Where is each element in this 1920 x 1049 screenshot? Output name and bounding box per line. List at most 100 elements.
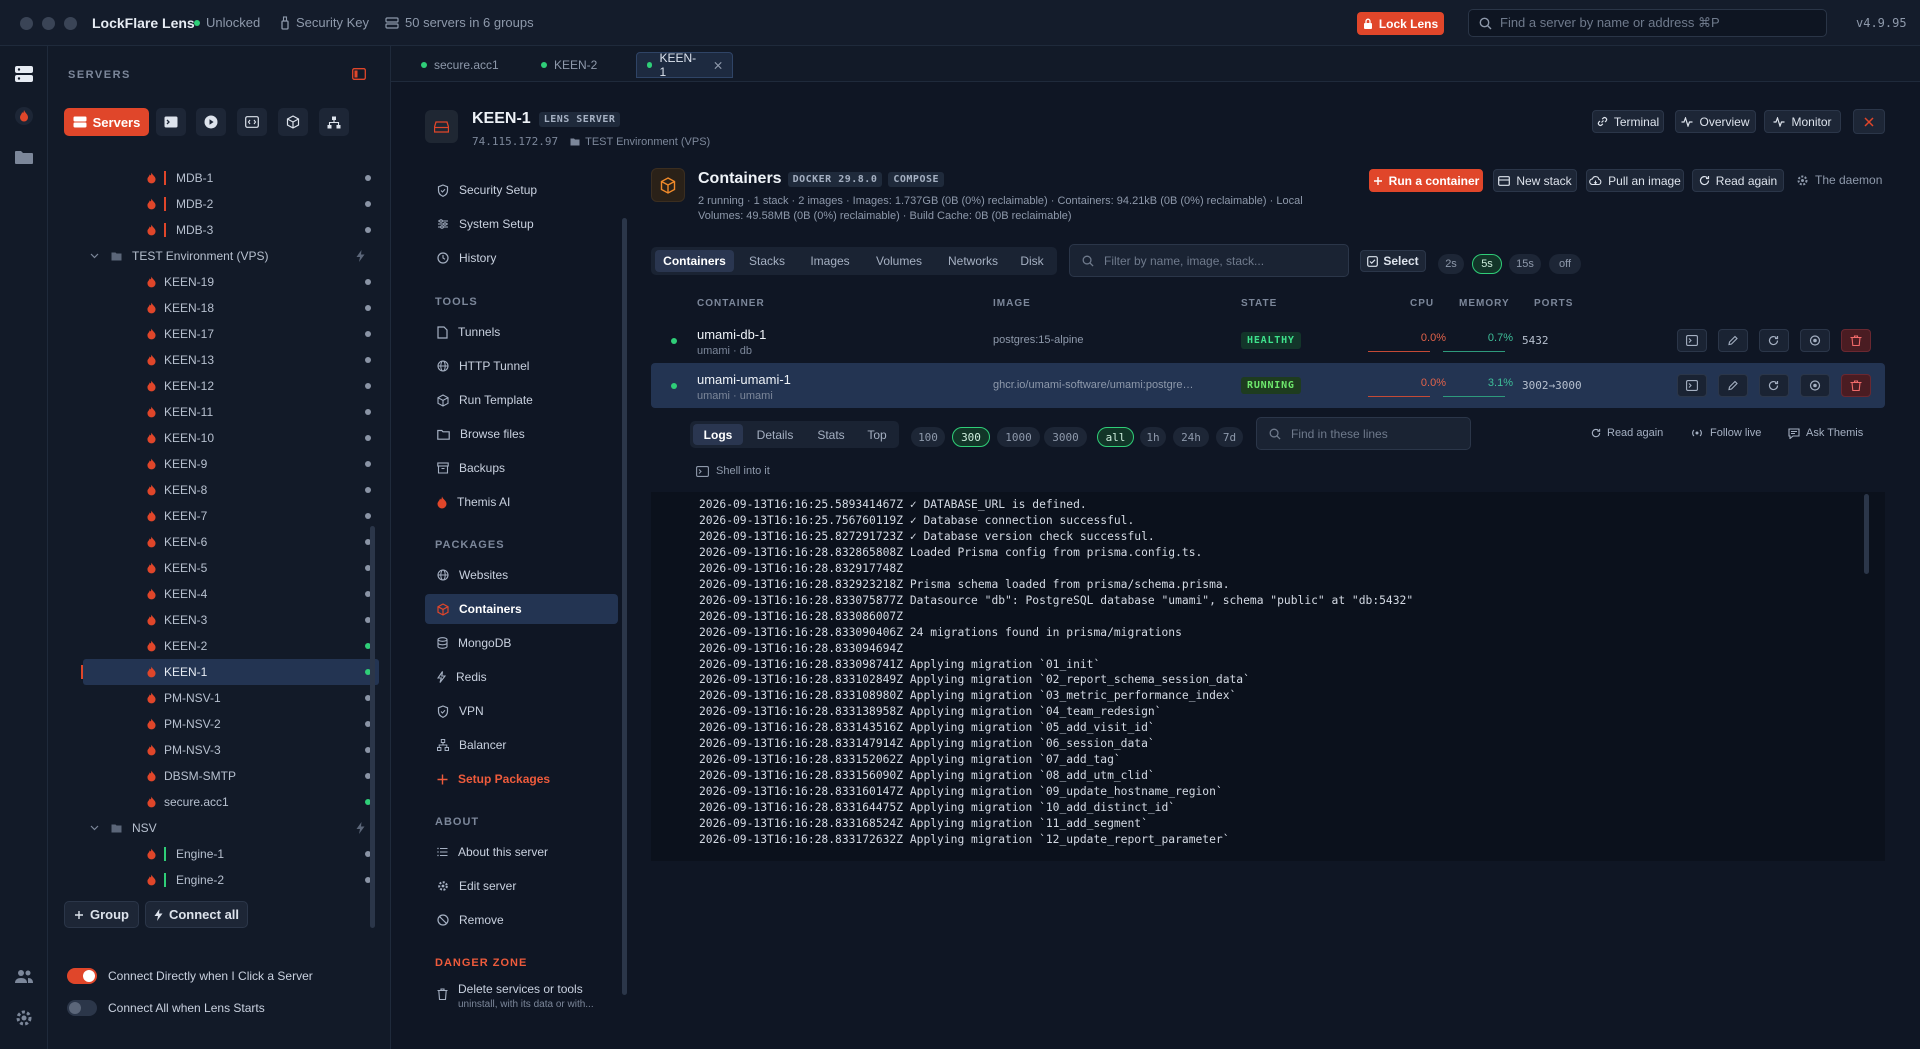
server-item[interactable]: KEEN-8 [83, 477, 379, 503]
terminal-view-tab[interactable] [156, 108, 186, 136]
stop-container-button[interactable] [1800, 329, 1830, 352]
nav-balancer[interactable]: Balancer [425, 730, 618, 760]
network-view-tab[interactable] [319, 108, 349, 136]
log-read-again-button[interactable]: Read again [1591, 427, 1663, 439]
window-minimize-dot[interactable] [42, 17, 55, 30]
connect-direct-toggle[interactable] [67, 968, 97, 984]
read-again-button[interactable]: Read again [1692, 169, 1784, 192]
server-group[interactable]: NSV [83, 815, 379, 841]
server-search-input[interactable]: Find a server by name or address ⌘P [1468, 9, 1827, 37]
server-item[interactable]: PM-NSV-2 [83, 711, 379, 737]
tab-keen-2[interactable]: KEEN-2 [531, 52, 607, 78]
nav-tunnels[interactable]: Tunnels [425, 317, 618, 347]
log-search-input[interactable]: Find in these lines [1256, 417, 1471, 450]
servers-view-tab[interactable]: Servers [64, 108, 149, 136]
tab-stacks[interactable]: Stacks [739, 250, 795, 272]
server-item[interactable]: KEEN-17 [83, 321, 379, 347]
nav-websites[interactable]: Websites [425, 560, 618, 590]
server-item[interactable]: KEEN-2 [83, 633, 379, 659]
users-activity-icon[interactable] [14, 968, 34, 988]
shell-container-button[interactable] [1677, 374, 1707, 397]
daemon-settings[interactable]: The daemon [1796, 173, 1882, 187]
container-filter-input[interactable]: Filter by name, image, stack... [1069, 244, 1349, 277]
server-item[interactable]: PM-NSV-3 [83, 737, 379, 763]
server-item[interactable]: KEEN-18 [83, 295, 379, 321]
server-item[interactable]: KEEN-3 [83, 607, 379, 633]
server-item[interactable]: KEEN-4 [83, 581, 379, 607]
bolt-icon[interactable] [356, 822, 365, 834]
nav-security-setup[interactable]: Security Setup [425, 175, 618, 205]
refresh-2s[interactable]: 2s [1438, 254, 1464, 274]
nav-edit-server[interactable]: Edit server [425, 871, 618, 901]
log-scrollbar[interactable] [1864, 494, 1869, 574]
refresh-5s[interactable]: 5s [1472, 254, 1502, 274]
nav-containers[interactable]: Containers [425, 594, 618, 624]
nav-redis[interactable]: Redis [425, 662, 618, 692]
new-stack-button[interactable]: New stack [1493, 169, 1577, 192]
server-item[interactable]: KEEN-7 [83, 503, 379, 529]
terminal-button[interactable]: Terminal [1592, 110, 1664, 133]
shell-container-button[interactable] [1677, 329, 1707, 352]
server-item[interactable]: KEEN-19 [83, 269, 379, 295]
lines-3000[interactable]: 3000 [1044, 427, 1087, 447]
nav-delete-services[interactable]: Delete services or tools uninstall, with… [425, 978, 618, 1018]
connect-all-button[interactable]: Connect all [145, 901, 248, 928]
nav-themis-ai[interactable]: Themis AI [425, 487, 618, 517]
tab-images[interactable]: Images [799, 250, 861, 272]
stop-container-button[interactable] [1800, 374, 1830, 397]
server-group[interactable]: TEST Environment (VPS) [83, 243, 379, 269]
section-nav-scrollbar[interactable] [622, 218, 627, 995]
server-item[interactable]: Engine-1 [83, 841, 379, 867]
server-item[interactable]: secure.acc1 [83, 789, 379, 815]
follow-live-button[interactable]: Follow live [1690, 427, 1761, 439]
nav-http-tunnel[interactable]: HTTP Tunnel [425, 351, 618, 381]
tab-keen-1[interactable]: KEEN-1 [636, 51, 733, 79]
nav-browse-files[interactable]: Browse files [425, 419, 618, 449]
server-item[interactable]: KEEN-10 [83, 425, 379, 451]
server-item[interactable]: KEEN-1 [81, 659, 379, 685]
tab-containers[interactable]: Containers [655, 250, 734, 272]
servers-activity-icon[interactable] [14, 65, 34, 85]
table-row[interactable]: umami-db-1 umami · db postgres:15-alpine HE… [651, 318, 1885, 363]
tab-details[interactable]: Details [746, 424, 804, 445]
play-view-tab[interactable] [196, 108, 226, 136]
tab-volumes[interactable]: Volumes [865, 250, 933, 272]
monitor-button[interactable]: Monitor [1764, 110, 1841, 133]
run-container-button[interactable]: Run a container [1369, 169, 1483, 192]
delete-container-button[interactable] [1841, 329, 1871, 352]
table-row[interactable]: umami-umami-1 umami · umami ghcr.io/umami-… [651, 363, 1885, 408]
server-item[interactable]: KEEN-11 [83, 399, 379, 425]
sidebar-collapse-icon[interactable] [352, 68, 366, 80]
server-item[interactable]: PM-NSV-1 [83, 685, 379, 711]
lock-lens-button[interactable]: Lock Lens [1357, 12, 1444, 35]
nav-history[interactable]: History [425, 243, 618, 273]
lines-300[interactable]: 300 [952, 427, 990, 447]
range-24h[interactable]: 24h [1173, 427, 1209, 447]
server-item[interactable]: MDB-3 [83, 217, 379, 243]
range-1h[interactable]: 1h [1140, 427, 1166, 447]
tab-networks[interactable]: Networks [937, 250, 1009, 272]
server-item[interactable]: DBSM-SMTP [83, 763, 379, 789]
connect-all-startup-toggle[interactable] [67, 1000, 97, 1016]
tab-top[interactable]: Top [857, 424, 897, 445]
flame-activity-icon[interactable] [14, 106, 34, 126]
server-item[interactable]: MDB-1 [83, 165, 379, 191]
server-item[interactable]: KEEN-12 [83, 373, 379, 399]
window-zoom-dot[interactable] [64, 17, 77, 30]
range-all[interactable]: all [1097, 427, 1134, 447]
bolt-icon[interactable] [356, 250, 365, 262]
nav-backups[interactable]: Backups [425, 453, 618, 483]
edit-container-button[interactable] [1718, 329, 1748, 352]
delete-container-button[interactable] [1841, 374, 1871, 397]
log-output[interactable]: 2026-09-13T16:16:25.589341467Z ✓ DATABAS… [651, 492, 1885, 861]
add-group-button[interactable]: Group [64, 901, 139, 928]
pull-image-button[interactable]: Pull an image [1586, 169, 1684, 192]
nav-run-template[interactable]: Run Template [425, 385, 618, 415]
tab-secure-acc1[interactable]: secure.acc1 [411, 52, 509, 78]
ask-themis-button[interactable]: Ask Themis [1788, 427, 1863, 439]
window-close-dot[interactable] [20, 17, 33, 30]
package-view-tab[interactable] [278, 108, 308, 136]
nav-remove-server[interactable]: Remove [425, 905, 618, 935]
tab-logs[interactable]: Logs [693, 424, 743, 445]
tab-stats[interactable]: Stats [807, 424, 855, 445]
